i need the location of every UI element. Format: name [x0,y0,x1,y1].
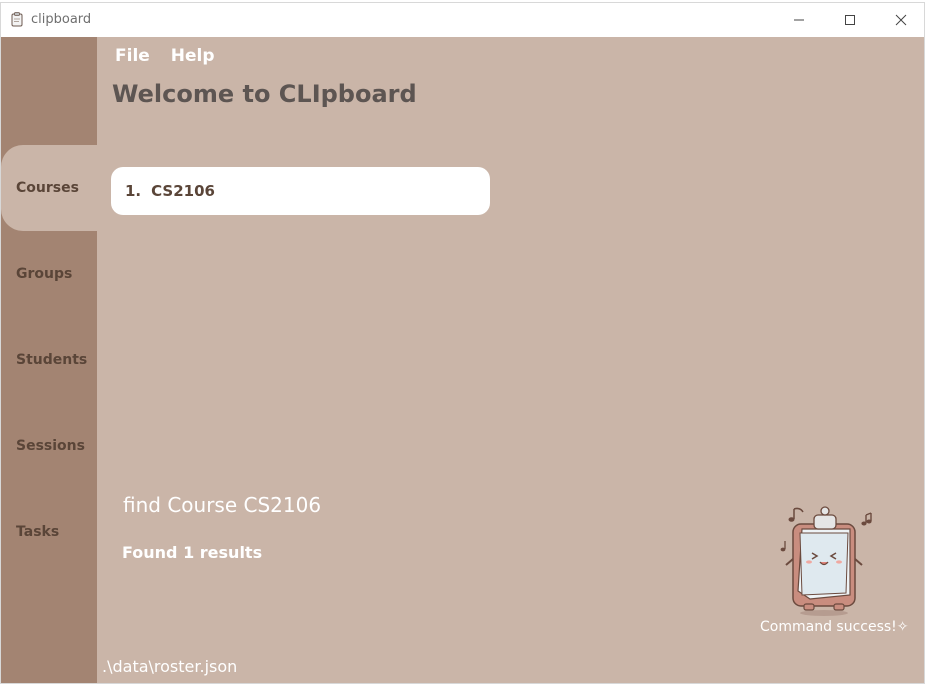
sidebar: Courses Groups Students Sessions Tasks [1,37,97,683]
course-list-item[interactable]: 1. CS2106 [111,167,490,215]
sidebar-item-label: Students [16,352,88,368]
sidebar-item-students[interactable]: Students [1,317,97,403]
sidebar-item-groups[interactable]: Groups [1,231,97,317]
menu-help[interactable]: Help [171,46,215,66]
sidebar-item-label: Groups [16,266,73,282]
clipboard-app-icon [11,12,23,27]
minimize-icon [794,19,804,21]
result-message: Found 1 results [122,543,263,562]
main-content: Courses Groups Students Sessions Tasks F… [1,37,924,683]
course-code: CS2106 [151,182,215,200]
mascot-caption: Command success!✧ [760,619,909,635]
minimize-button[interactable] [776,3,822,37]
menu-bar: File Help [115,46,215,66]
window-title: clipboard [31,12,92,27]
title-bar[interactable]: clipboard [1,3,924,37]
sidebar-item-label: Sessions [16,438,85,454]
sidebar-item-label: Courses [16,180,79,196]
close-button[interactable] [878,3,924,37]
close-icon [895,14,907,26]
maximize-icon [845,15,855,25]
clipboard-mascot-icon [780,506,872,616]
maximize-button[interactable] [827,3,873,37]
sidebar-item-tasks[interactable]: Tasks [1,489,97,575]
menu-file[interactable]: File [115,46,150,66]
sidebar-item-courses[interactable]: Courses [1,145,97,231]
app-window: clipboard Courses Groups Students Sessio… [0,2,925,684]
command-echo: find Course CS2106 [123,493,322,517]
course-index: 1. [125,182,142,200]
page-title: Welcome to CLIpboard [112,80,417,108]
sidebar-item-label: Tasks [16,524,60,540]
status-bar-path: .\data\roster.json [102,657,238,676]
sidebar-item-sessions[interactable]: Sessions [1,403,97,489]
